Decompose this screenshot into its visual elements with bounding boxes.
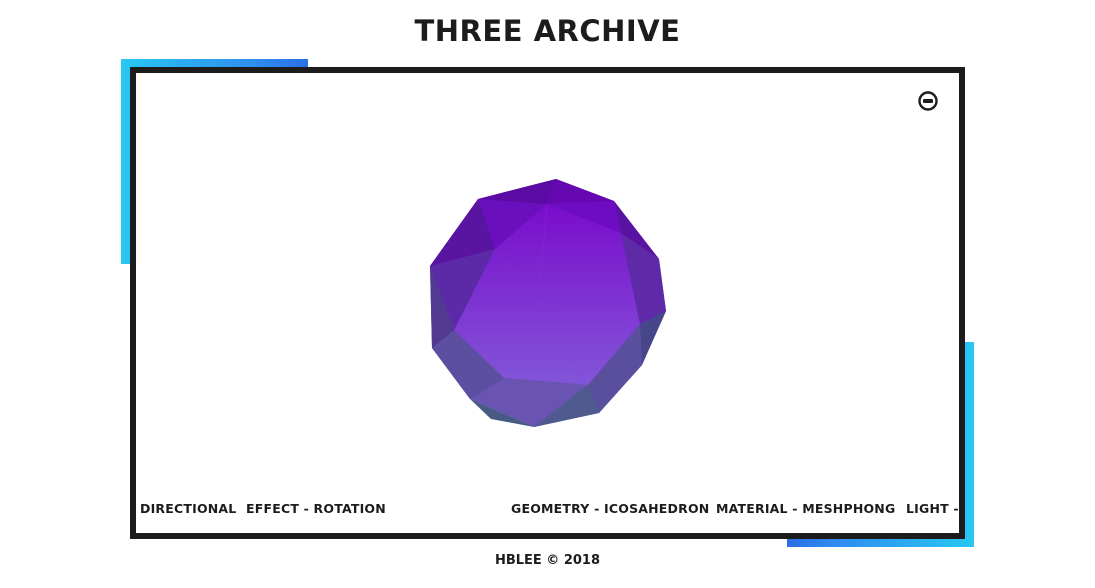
icosahedron-shape bbox=[430, 179, 666, 427]
info-marquee: DIRECTIONAL EFFECT - ROTATION GEOMETRY -… bbox=[136, 501, 959, 521]
info-item-geometry: GEOMETRY - ICOSAHEDRON bbox=[511, 501, 710, 516]
page-title: THREE ARCHIVE bbox=[414, 14, 681, 48]
info-item-material: MATERIAL - MESHPHONG bbox=[716, 501, 896, 516]
toggle-button[interactable] bbox=[918, 91, 938, 111]
minus-circle-icon bbox=[918, 91, 938, 111]
info-item-light: LIGHT - bbox=[906, 501, 959, 516]
icosahedron-canvas[interactable] bbox=[136, 73, 959, 533]
info-item-effect: EFFECT - ROTATION bbox=[246, 501, 386, 516]
footer-credit: HBLEE © 2018 bbox=[494, 553, 601, 568]
page: THREE ARCHIVE DIRECTIONAL EFFECT - ROTAT… bbox=[0, 0, 1095, 588]
viewer-frame: DIRECTIONAL EFFECT - ROTATION GEOMETRY -… bbox=[130, 67, 965, 539]
info-item-light-type: DIRECTIONAL bbox=[140, 501, 237, 516]
